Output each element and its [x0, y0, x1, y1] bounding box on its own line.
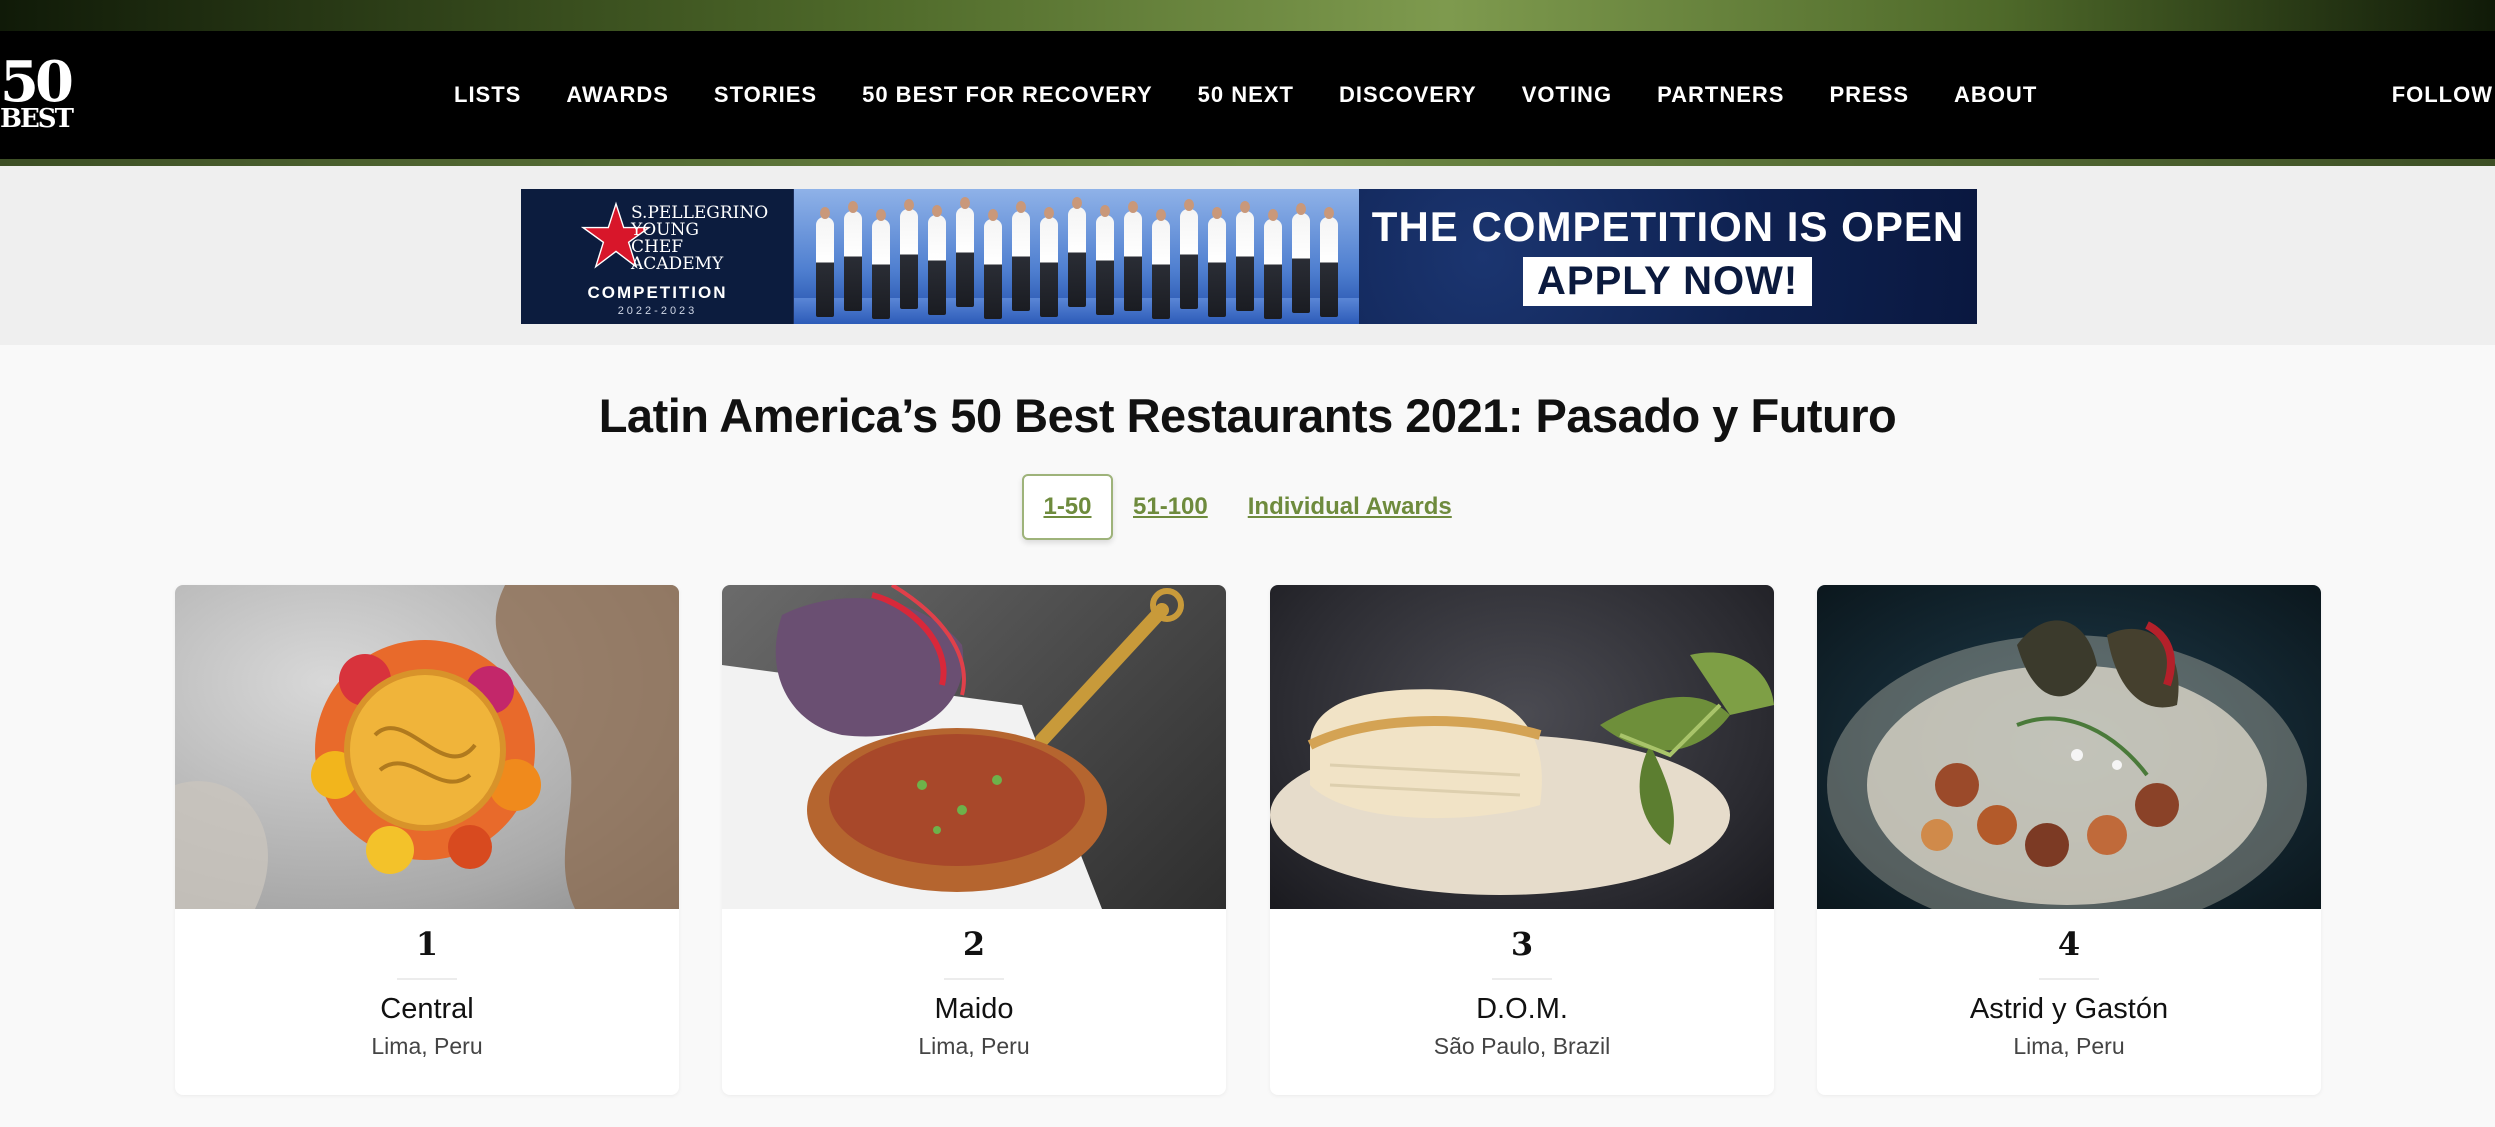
restaurant-name: Maido [934, 993, 1014, 1025]
dish-illustration [175, 585, 679, 909]
rank-divider [944, 978, 1004, 980]
chef-figure [1040, 207, 1058, 317]
chef-figure [1124, 201, 1142, 311]
page-title: Latin America’s 50 Best Restaurants 2021… [598, 389, 1897, 442]
chef-figure [900, 199, 918, 309]
tab-individual-awards[interactable]: Individual Awards [1248, 493, 1452, 521]
banner-message-panel: THE COMPETITION IS OPEN APPLY NOW! [1359, 189, 1977, 324]
nav-item-press[interactable]: PRESS [1829, 82, 1909, 108]
banner-competition-label: COMPETITION [587, 283, 728, 302]
rank-divider [1492, 978, 1552, 980]
restaurant-rank: 1 [415, 925, 439, 963]
nav-item-lists[interactable]: LISTS [454, 82, 521, 108]
restaurant-rank: 4 [2057, 925, 2081, 963]
banner-brand-text: S.PELLEGRINO YOUNG CHEF ACADEMY [631, 205, 768, 273]
nav-item-50-best-for-recovery[interactable]: 50 BEST FOR RECOVERY [862, 82, 1153, 108]
nav-item-awards[interactable]: AWARDS [566, 82, 669, 108]
chef-figure [1292, 203, 1310, 313]
chef-figure [984, 209, 1002, 319]
banner-headline: THE COMPETITION IS OPEN [1371, 203, 1965, 250]
chef-figure [844, 201, 862, 311]
nav-item-partners[interactable]: PARTNERS [1657, 82, 1784, 108]
chef-figure [928, 205, 946, 315]
restaurant-name: D.O.M. [1476, 993, 1568, 1025]
chef-figure [1068, 197, 1086, 307]
chef-figure [1236, 201, 1254, 311]
nav-item-stories[interactable]: STORIES [714, 82, 817, 108]
follow-button[interactable]: FOLLOW [2392, 31, 2495, 159]
nav-item-voting[interactable]: VOTING [1522, 82, 1612, 108]
primary-nav: LISTS AWARDS STORIES 50 BEST FOR RECOVER… [454, 31, 2082, 159]
chef-figure [1320, 207, 1338, 317]
chef-figure [956, 197, 974, 307]
restaurant-card[interactable]: 1 Central Lima, Peru [175, 585, 679, 1095]
restaurant-photo [722, 585, 1226, 909]
chef-figure [1096, 205, 1114, 315]
chef-figure [1152, 209, 1170, 319]
restaurant-card[interactable]: 2 Maido Lima, Peru [722, 585, 1226, 1095]
chef-figure [1180, 199, 1198, 309]
site-logo[interactable]: 50 BEST [0, 49, 74, 136]
restaurant-rank: 2 [962, 925, 986, 963]
restaurant-location: São Paulo, Brazil [1433, 1033, 1611, 1059]
dish-illustration [1270, 652, 1774, 895]
restaurant-card[interactable]: 4 Astrid y Gastón Lima, Peru [1817, 585, 2321, 1095]
restaurant-photo [175, 585, 679, 909]
banner-brand-panel: S.PELLEGRINO YOUNG CHEF ACADEMY COMPETIT… [521, 189, 794, 324]
restaurant-name: Central [380, 993, 474, 1025]
nav-item-discovery[interactable]: DISCOVERY [1339, 82, 1477, 108]
dish-illustration [1827, 620, 2307, 909]
restaurant-photo [1270, 585, 1774, 909]
list-range-tabs: 1-50 51-100 Individual Awards [1022, 474, 1492, 540]
banner-chefs-photo [794, 189, 1359, 324]
top-gradient-bar [0, 0, 2495, 31]
chef-figure [872, 209, 890, 319]
logo-number: 50 [0, 49, 74, 115]
ad-banner[interactable]: S.PELLEGRINO YOUNG CHEF ACADEMY COMPETIT… [521, 189, 1977, 324]
dish-illustration [722, 585, 1184, 909]
tab-51-100[interactable]: 51-100 [1133, 493, 1208, 521]
restaurant-name: Astrid y Gastón [1969, 993, 2169, 1025]
restaurant-location: Lima, Peru [2013, 1033, 2125, 1059]
apply-now-button[interactable]: APPLY NOW! [1523, 257, 1813, 306]
restaurant-card[interactable]: 3 D.O.M. São Paulo, Brazil [1270, 585, 1774, 1095]
chef-figure [816, 207, 834, 317]
restaurant-location: Lima, Peru [371, 1033, 483, 1059]
nav-item-about[interactable]: ABOUT [1954, 82, 2037, 108]
navbar-underline [0, 159, 2495, 166]
banner-competition-years: 2022-2023 [617, 305, 698, 317]
restaurant-rank: 3 [1510, 925, 1534, 963]
chef-figure [1208, 207, 1226, 317]
rank-divider [397, 978, 457, 980]
restaurant-photo [1817, 585, 2321, 909]
logo-word: BEST [0, 104, 74, 134]
restaurant-location: Lima, Peru [918, 1033, 1030, 1059]
brand-line-4: ACADEMY [631, 254, 724, 274]
chef-figure [1012, 201, 1030, 311]
nav-item-50-next[interactable]: 50 NEXT [1198, 82, 1294, 108]
rank-divider [2039, 978, 2099, 980]
tab-1-50[interactable]: 1-50 [1022, 474, 1113, 540]
chef-figure [1264, 209, 1282, 319]
